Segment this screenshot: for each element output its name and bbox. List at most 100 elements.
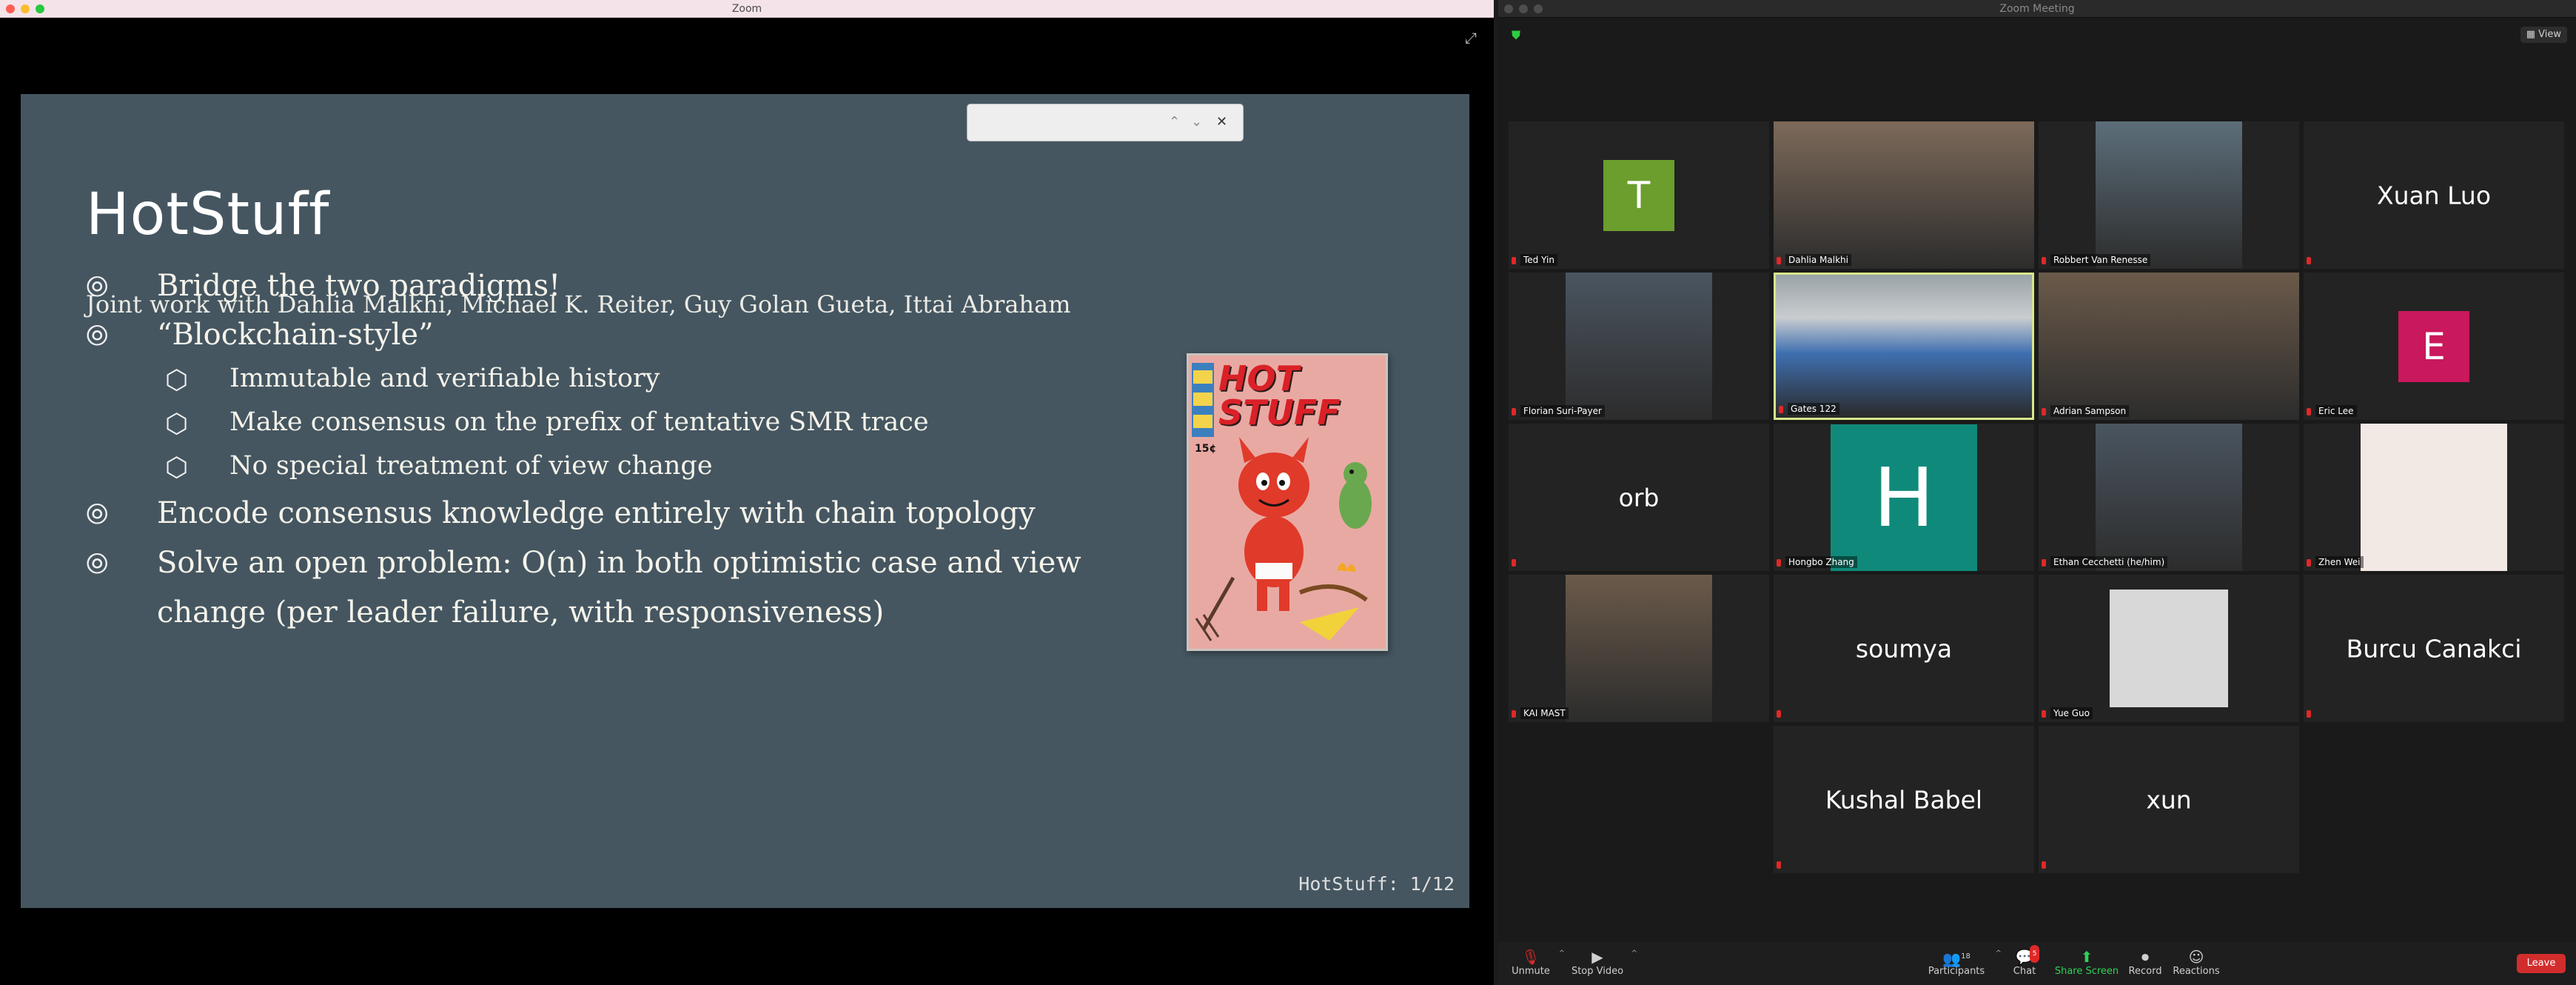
- participant-display-name: Kushal Babel: [1825, 785, 1983, 814]
- muted-microphone-icon: [2042, 861, 2046, 869]
- chat-badge: 5: [2029, 945, 2040, 963]
- bullet-marker-icon: ⬡: [165, 453, 189, 483]
- participant-tile[interactable]: xun: [2039, 726, 2299, 873]
- participant-name-label: Eric Lee: [2315, 405, 2357, 417]
- unmute-button[interactable]: 🎙 Unmute ^: [1509, 948, 1565, 977]
- reactions-button[interactable]: ☺ Reactions: [2170, 948, 2222, 977]
- participant-video: [1774, 121, 2034, 269]
- bullet-text: “Blockchain-style”: [157, 318, 434, 352]
- participant-tile[interactable]: E Eric Lee: [2304, 273, 2564, 420]
- minimize-window-button[interactable]: [21, 4, 30, 13]
- muted-microphone-icon: [1512, 710, 1516, 718]
- chat-button[interactable]: 💬 5 Chat: [2006, 945, 2043, 977]
- stop-video-label: Stop Video: [1571, 966, 1624, 977]
- comic-price: 15¢: [1195, 443, 1217, 455]
- expand-icon[interactable]: ⤢: [1461, 28, 1480, 47]
- slide-title: HotStuff: [86, 181, 330, 248]
- participant-tile[interactable]: Xuan Luo: [2304, 121, 2564, 269]
- video-camera-icon: ▶: [1591, 948, 1603, 966]
- participant-tile[interactable]: KAI MAST: [1509, 575, 1769, 722]
- title-bar: Zoom: [0, 0, 1494, 18]
- close-find-button[interactable]: ✕: [1216, 114, 1227, 130]
- caret-up-icon[interactable]: ^: [1631, 949, 1637, 958]
- muted-microphone-icon: [2307, 257, 2311, 264]
- participant-tile[interactable]: Dahlia Malkhi: [1774, 121, 2034, 269]
- participant-tile[interactable]: Kushal Babel: [1774, 726, 2034, 873]
- muted-microphone-icon: [2042, 408, 2046, 415]
- participant-name-label: Gates 122: [1788, 403, 1839, 415]
- participant-tile[interactable]: Ethan Cecchetti (he/him): [2039, 424, 2299, 571]
- caret-up-icon[interactable]: ^: [1559, 949, 1565, 958]
- participant-tile[interactable]: Burcu Canakci: [2304, 575, 2564, 722]
- bullet-text: Immutable and verifiable history: [229, 364, 660, 393]
- share-screen-button[interactable]: ⬆ Share Screen: [2053, 948, 2120, 977]
- participant-name-label: Robbert Van Renesse: [2050, 254, 2151, 266]
- participants-button[interactable]: 👥18 Participants ^: [1923, 948, 2002, 977]
- chat-icon: 💬 5: [2016, 945, 2040, 966]
- participant-tile[interactable]: Florian Suri-Payer: [1509, 273, 1769, 420]
- caret-up-icon[interactable]: ^: [1996, 949, 2002, 958]
- zoom-window-button[interactable]: [1534, 4, 1543, 13]
- minimize-window-button[interactable]: [1519, 4, 1528, 13]
- bullet-text: Make consensus on the prefix of tentativ…: [229, 407, 929, 437]
- participant-tile[interactable]: Adrian Sampson: [2039, 273, 2299, 420]
- zoom-meeting-window: Zoom Meeting ⛊ ▦ View T Ted Yin Dahlia Mal…: [1498, 0, 2576, 985]
- muted-microphone-icon: [2307, 408, 2311, 415]
- find-previous-button[interactable]: ⌃: [1169, 114, 1180, 130]
- participant-tile[interactable]: Robbert Van Renesse: [2039, 121, 2299, 269]
- find-next-button[interactable]: ⌄: [1191, 114, 1202, 130]
- participant-tile[interactable]: Zhen Wei: [2304, 424, 2564, 571]
- view-button[interactable]: ▦ View: [2520, 27, 2567, 43]
- participant-video: [2096, 121, 2242, 269]
- record-button[interactable]: ⏺ Record: [2124, 948, 2166, 977]
- stop-video-button[interactable]: ▶ Stop Video ^: [1569, 948, 1637, 977]
- participant-tile[interactable]: H Hongbo Zhang: [1774, 424, 2034, 571]
- participant-video: [2096, 424, 2242, 571]
- muted-microphone-icon: [1512, 257, 1516, 264]
- presentation-slide: HotStuff Joint work with Dahlia Malkhi, …: [21, 94, 1469, 908]
- muted-microphone-icon: [1777, 861, 1781, 869]
- security-shield-icon[interactable]: ⛊: [1512, 28, 1523, 42]
- participant-display-name: Xuan Luo: [2376, 181, 2492, 210]
- participant-name-label: Hongbo Zhang: [1785, 556, 1857, 568]
- chat-label: Chat: [2013, 966, 2036, 977]
- participant-tile[interactable]: Yue Guo: [2039, 575, 2299, 722]
- participant-tile[interactable]: T Ted Yin: [1509, 121, 1769, 269]
- leave-button[interactable]: Leave: [2517, 954, 2566, 973]
- bullet-marker-icon: ⦾: [86, 498, 109, 530]
- bullet-marker-icon: ⬡: [165, 365, 189, 395]
- participant-display-name: Burcu Canakci: [2346, 634, 2522, 663]
- participant-name-label: Dahlia Malkhi: [1785, 254, 1851, 266]
- muted-microphone-icon: [2307, 559, 2311, 567]
- participant-tile[interactable]: orb: [1509, 424, 1769, 571]
- participant-profile-image: [2110, 590, 2228, 707]
- zoom-window-button[interactable]: [36, 4, 44, 13]
- bullet-text: change (per leader failure, with respons…: [157, 595, 885, 630]
- close-window-button[interactable]: [1504, 4, 1513, 13]
- participant-video: [1566, 273, 1712, 420]
- reactions-icon: ☺: [2188, 948, 2204, 966]
- comic-title: HOT STUFF: [1218, 361, 1341, 430]
- participant-display-name: soumya: [1855, 634, 1953, 663]
- close-window-button[interactable]: [6, 4, 15, 13]
- view-label: View: [2538, 29, 2561, 40]
- participant-tile[interactable]: Gates 122: [1774, 273, 2034, 420]
- meeting-toolbar: 🎙 Unmute ^ ▶ Stop Video ^ 👥18 Participan…: [1498, 942, 2576, 985]
- bullet-text: Bridge the two paradigms!: [157, 269, 561, 303]
- participant-display-name: orb: [1618, 483, 1660, 512]
- participant-profile-image: [2361, 424, 2507, 571]
- unmute-label: Unmute: [1512, 966, 1550, 977]
- participant-avatar: T: [1603, 159, 1674, 231]
- participant-video: [2039, 273, 2299, 420]
- find-input[interactable]: [973, 110, 1158, 136]
- participants-label: Participants: [1928, 966, 1985, 977]
- participant-name-label: Florian Suri-Payer: [1520, 405, 1605, 417]
- participant-tile[interactable]: soumya: [1774, 575, 2034, 722]
- muted-microphone-icon: [2042, 559, 2046, 567]
- participant-name-label: Ted Yin: [1520, 254, 1557, 266]
- participant-name-label: KAI MAST: [1520, 707, 1569, 719]
- hot-stuff-comic-image: HOT STUFF 15¢: [1187, 353, 1388, 651]
- bullet-text: Encode consensus knowledge entirely with…: [157, 496, 1036, 530]
- muted-microphone-icon: [1777, 257, 1781, 264]
- participant-video: [1566, 575, 1712, 722]
